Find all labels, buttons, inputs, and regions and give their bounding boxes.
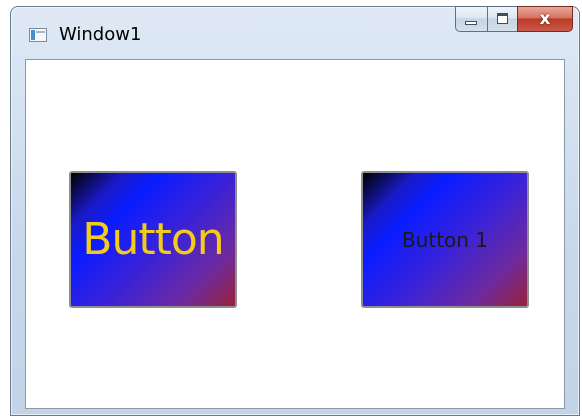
button-label: Button [82, 214, 224, 265]
caption-buttons: x [455, 6, 573, 32]
window-title: Window1 [59, 24, 142, 45]
maximize-button[interactable] [487, 6, 517, 32]
client-area: Button Button 1 [25, 59, 565, 409]
window: Window1 x Button Button 1 [10, 6, 580, 416]
button-gradient-large-label[interactable]: Button [69, 171, 237, 308]
minimize-icon [465, 21, 477, 25]
close-icon: x [539, 9, 551, 29]
minimize-button[interactable] [455, 6, 487, 32]
button-1[interactable]: Button 1 [361, 171, 529, 308]
title-bar[interactable]: Window1 x [11, 6, 579, 55]
button-1-label: Button 1 [401, 227, 489, 252]
maximize-icon [497, 13, 508, 24]
close-button[interactable]: x [517, 6, 573, 32]
window-app-icon [29, 28, 47, 42]
